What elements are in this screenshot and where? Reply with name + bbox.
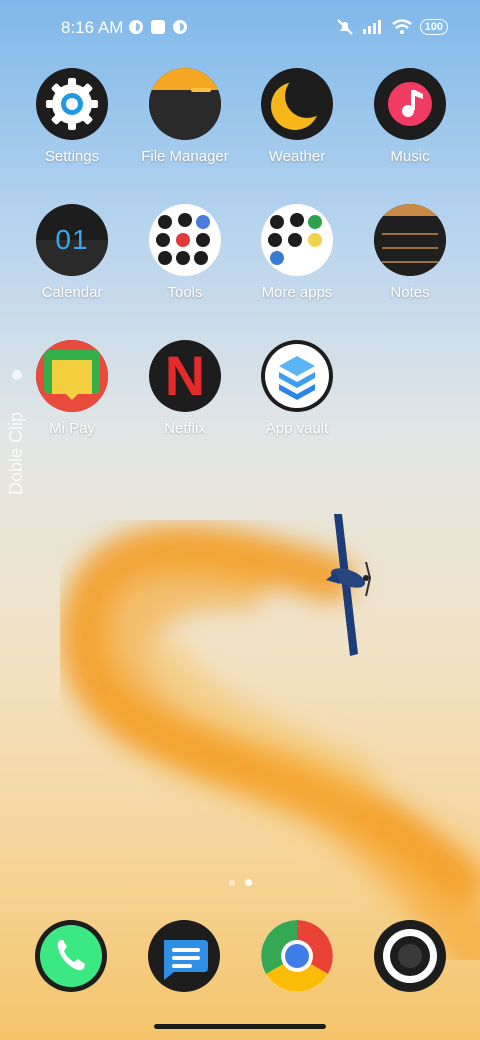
calendar-icon: 01 [36, 204, 108, 276]
app-label: Mi Pay [49, 420, 95, 437]
app-label: Notes [390, 284, 430, 301]
app-file-manager[interactable]: File Manager [130, 68, 240, 165]
app-settings[interactable]: Settings [17, 68, 127, 165]
notification-icon [173, 20, 187, 34]
phone-icon[interactable] [35, 920, 107, 992]
calendar-date: 01 [55, 224, 89, 255]
battery-icon: 100 [419, 19, 448, 35]
notes-icon [374, 204, 446, 276]
app-label: Netflix [164, 420, 206, 437]
app-label: File Manager [141, 148, 229, 165]
home-gesture-bar[interactable] [154, 1024, 326, 1029]
tools-folder-icon [149, 204, 221, 276]
wifi-icon [391, 19, 412, 34]
app-music[interactable]: Music [355, 68, 465, 165]
message-icon[interactable] [148, 920, 220, 992]
airplane-image [326, 514, 372, 656]
app-label: Settings [44, 148, 100, 165]
page-indicator-dot[interactable] [229, 880, 235, 886]
apps-folder-icon [261, 204, 333, 276]
side-handle-dot[interactable] [12, 370, 22, 380]
signal-icon [362, 20, 381, 34]
moon-icon [261, 68, 333, 140]
camera-icon[interactable] [374, 920, 446, 992]
mute-icon [336, 19, 353, 35]
app-folder-more-apps[interactable]: More apps [242, 204, 352, 301]
app-label: Tools [167, 284, 203, 301]
page-indicator-dot-active[interactable] [245, 879, 252, 886]
status-time: 8:16 AM [61, 18, 124, 37]
gear-icon [36, 68, 108, 140]
app-notes[interactable]: Notes [355, 204, 465, 301]
app-netflix[interactable]: N Netflix [130, 340, 240, 437]
app-weather[interactable]: Weather [242, 68, 352, 165]
app-label: App vault [265, 420, 329, 437]
square-icon [151, 20, 165, 34]
wallet-icon [36, 340, 108, 412]
status-bar: 8:16 AM 100 [0, 16, 480, 40]
app-label: Music [390, 148, 430, 165]
music-note-icon [374, 68, 446, 140]
app-vault-icon [261, 340, 333, 412]
app-calendar[interactable]: 01 Calendar [17, 204, 127, 301]
netflix-icon: N [149, 340, 221, 412]
chrome-icon[interactable] [261, 920, 333, 992]
netflix-logo-letter: N [164, 344, 206, 407]
app-mi-pay[interactable]: Mi Pay [17, 340, 127, 437]
side-widget-label[interactable]: Doble Clip [6, 412, 27, 495]
home-screen: 8:16 AM 100 Settings File Manager Weathe… [0, 0, 480, 1040]
app-label: Weather [268, 148, 326, 165]
wallpaper-smoke [60, 524, 480, 960]
notification-icon [129, 20, 143, 34]
app-label: More apps [261, 284, 333, 301]
app-app-vault[interactable]: App vault [242, 340, 352, 437]
app-label: Calendar [41, 284, 103, 301]
app-folder-tools[interactable]: Tools [130, 204, 240, 301]
folder-icon [149, 68, 221, 140]
